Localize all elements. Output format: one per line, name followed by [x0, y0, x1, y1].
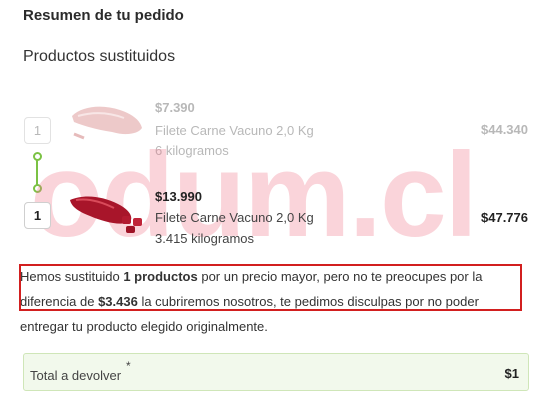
substitute-quantity-box: 1	[24, 202, 51, 229]
notice-difference-amount: $3.436	[98, 294, 138, 309]
original-unit-price: $7.390	[155, 100, 195, 115]
substitution-notice: Hemos sustituido 1 productos por un prec…	[20, 264, 522, 339]
notice-text-1: Hemos sustituido	[20, 269, 124, 284]
connector-end-dot	[33, 184, 42, 193]
refund-total-box: Total a devolver * $1	[23, 353, 529, 391]
substitute-product-name: Filete Carne Vacuno 2,0 Kg	[155, 210, 314, 225]
substitute-product-weight: 3.415 kilogramos	[155, 231, 254, 246]
original-product-name: Filete Carne Vacuno 2,0 Kg	[155, 123, 314, 138]
connector-line	[36, 160, 38, 186]
substitute-product-total: $47.776	[481, 210, 528, 225]
original-product-image	[72, 106, 142, 140]
original-product-total: $44.340	[481, 122, 528, 137]
substitute-unit-price: $13.990	[155, 189, 202, 204]
refund-asterisk: *	[126, 359, 131, 373]
refund-value: $1	[504, 366, 519, 381]
substituted-products-heading: Productos sustituidos	[23, 48, 176, 65]
notice-product-count: 1 productos	[123, 269, 198, 284]
refund-label: Total a devolver	[30, 368, 122, 383]
original-quantity-box: 1	[24, 117, 51, 144]
substitute-product-image	[70, 196, 142, 233]
original-product-weight: 6 kilogramos	[155, 143, 229, 158]
order-summary-title: Resumen de tu pedido	[23, 7, 184, 24]
